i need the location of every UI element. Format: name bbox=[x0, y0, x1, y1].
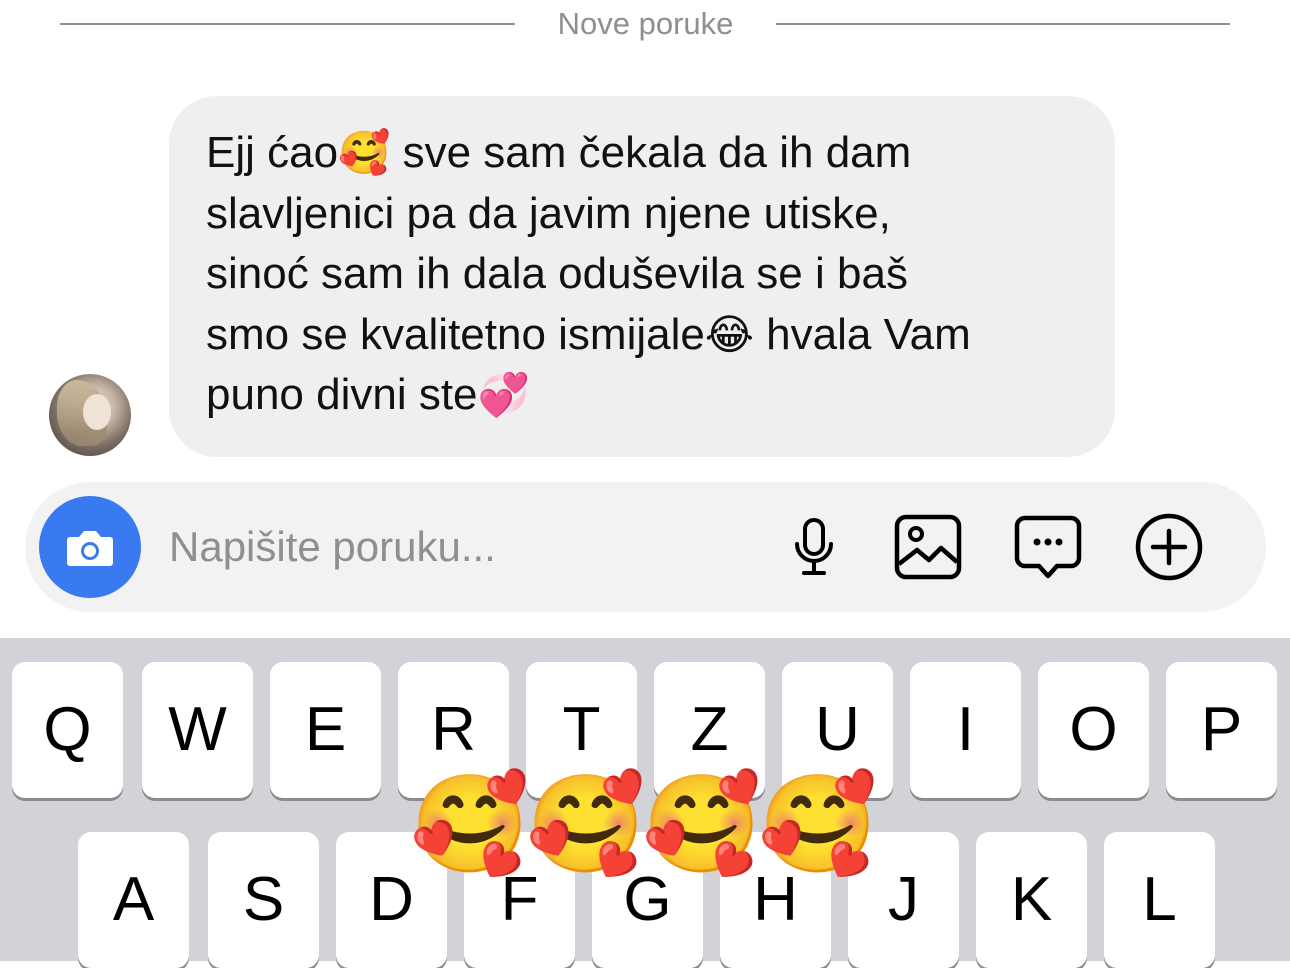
plus-circle-icon bbox=[1135, 513, 1203, 581]
message-line-4: smo se kvalitetno ismijale😂 hvala Vam bbox=[206, 305, 1085, 366]
key-t[interactable]: T bbox=[526, 662, 637, 798]
key-l[interactable]: L bbox=[1104, 832, 1215, 968]
divider-label: Nove poruke bbox=[557, 6, 734, 41]
gallery-icon bbox=[894, 514, 962, 580]
key-h[interactable]: H bbox=[720, 832, 831, 968]
camera-icon bbox=[67, 531, 113, 566]
key-w[interactable]: W bbox=[142, 662, 253, 798]
chat-bubble-icon bbox=[1014, 515, 1082, 579]
gallery-button[interactable] bbox=[893, 512, 963, 582]
key-r[interactable]: R bbox=[398, 662, 509, 798]
key-i[interactable]: I bbox=[910, 662, 1021, 798]
key-s[interactable]: S bbox=[208, 832, 319, 968]
new-messages-divider: Nove poruke bbox=[0, 0, 1290, 50]
revolving-hearts-emoji: 💞 bbox=[477, 371, 530, 418]
key-p[interactable]: P bbox=[1166, 662, 1277, 798]
key-a[interactable]: A bbox=[78, 832, 189, 968]
microphone-button[interactable] bbox=[779, 512, 849, 582]
message-line-2: slavljenici pa da javim njene utiske, bbox=[206, 188, 891, 238]
divider-line-left bbox=[60, 23, 515, 25]
message-line-5: puno divni ste💞 bbox=[206, 365, 1085, 426]
message-composer bbox=[25, 482, 1266, 612]
divider-line-right bbox=[776, 23, 1230, 25]
key-j[interactable]: J bbox=[848, 832, 959, 968]
message-text: Ejj ćao bbox=[206, 128, 339, 177]
message-bubble[interactable]: Ejj ćao🥰 sve sam čekala da ih dam slavlj… bbox=[169, 96, 1115, 457]
tears-of-joy-emoji: 😂 bbox=[704, 310, 754, 358]
add-button[interactable] bbox=[1134, 512, 1204, 582]
message-text: sve sam čekala da ih dam bbox=[390, 128, 912, 177]
smiling-hearts-emoji: 🥰 bbox=[338, 129, 391, 176]
avatar-face bbox=[83, 394, 111, 430]
message-line-1: Ejj ćao🥰 sve sam čekala da ih dam bbox=[206, 123, 1085, 184]
key-g[interactable]: G bbox=[592, 832, 703, 968]
key-u[interactable]: U bbox=[782, 662, 893, 798]
key-q[interactable]: Q bbox=[12, 662, 123, 798]
key-o[interactable]: O bbox=[1038, 662, 1149, 798]
key-d[interactable]: D bbox=[336, 832, 447, 968]
key-k[interactable]: K bbox=[976, 832, 1087, 968]
key-z[interactable]: Z bbox=[654, 662, 765, 798]
message-input[interactable] bbox=[169, 522, 729, 572]
message-text: hvala Vam bbox=[753, 309, 971, 359]
microphone-icon bbox=[795, 518, 833, 575]
key-f[interactable]: F bbox=[464, 832, 575, 968]
sticker-button[interactable] bbox=[1013, 512, 1083, 582]
message-text: smo se kvalitetno ismijale bbox=[206, 309, 705, 359]
message-text: puno divni ste bbox=[206, 370, 478, 419]
sender-avatar[interactable] bbox=[49, 374, 131, 456]
camera-button[interactable] bbox=[39, 496, 141, 598]
message-line-3: sinoć sam ih dala oduševila se i baš bbox=[206, 249, 908, 298]
keyboard: Q W E R T Z U I O P A S D F G H J K L bbox=[0, 638, 1290, 968]
key-e[interactable]: E bbox=[270, 662, 381, 798]
